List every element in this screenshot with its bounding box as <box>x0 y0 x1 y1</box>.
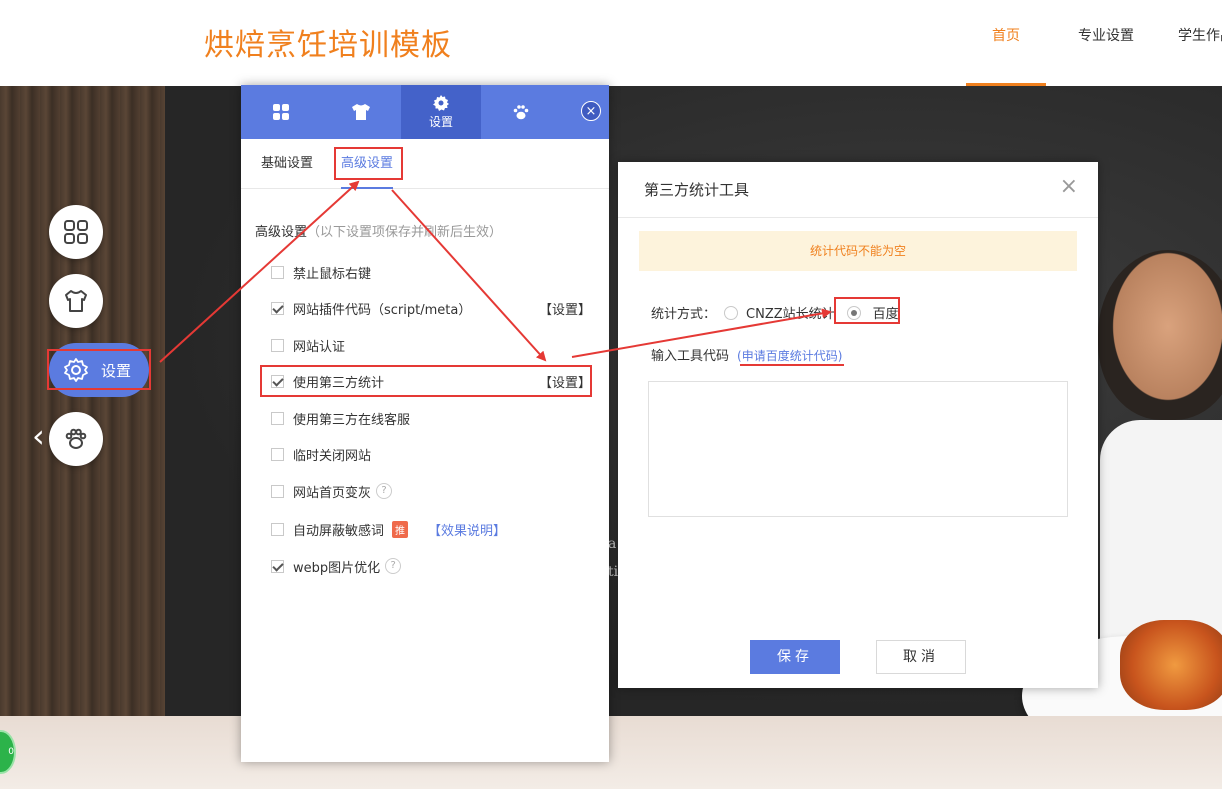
main-nav: 首页 专业设置 学生作品 <box>966 0 1222 86</box>
nav-student-works[interactable]: 学生作品 <box>1166 0 1222 86</box>
code-label: 输入工具代码 <box>651 349 730 364</box>
float-settings-button[interactable]: 设置 <box>49 343 149 397</box>
gear-icon <box>64 358 88 382</box>
tshirt-icon <box>65 290 87 312</box>
panel-tab-theme[interactable] <box>321 85 401 139</box>
checkbox[interactable] <box>271 301 284 315</box>
option-label: 自动屏蔽敏感词 <box>293 523 385 539</box>
sub-tab-basic[interactable]: 基础设置 <box>261 139 313 189</box>
gear-icon <box>433 94 449 111</box>
wood-texture <box>0 86 165 716</box>
food-image <box>1120 620 1222 710</box>
stats-method-label: 统计方式： <box>651 307 717 322</box>
nav-home[interactable]: 首页 <box>966 0 1046 86</box>
panel-close-icon[interactable]: × <box>581 101 601 121</box>
option-label: 使用第三方在线客服 <box>293 412 411 428</box>
settings-panel: 设置 × 基础设置 高级设置 高级设置（以下设置项保存并刷新后生效） 禁止鼠标右… <box>241 85 609 762</box>
collapse-chevron-left-icon[interactable]: ‹ <box>32 420 45 452</box>
option-label: 网站插件代码（script/meta） <box>293 302 472 318</box>
checkbox[interactable] <box>271 265 284 279</box>
float-paw-button[interactable] <box>49 412 103 466</box>
option-plugin-code[interactable]: 网站插件代码（script/meta） 【设置】 <box>271 298 591 318</box>
checkbox[interactable] <box>271 338 284 352</box>
radio-baidu[interactable] <box>846 305 861 320</box>
section-hint: （以下设置项保存并刷新后生效） <box>307 225 503 240</box>
checkbox[interactable] <box>271 522 284 536</box>
annotation-underline-apply-link <box>740 364 844 366</box>
plugin-code-settings-link[interactable]: 【设置】 <box>539 299 591 318</box>
dialog-close-icon[interactable]: × <box>1060 176 1078 198</box>
checkbox[interactable] <box>271 484 284 498</box>
site-header: 烘焙烹饪培训模板 首页 专业设置 学生作品 <box>0 0 1222 87</box>
tool-code-textarea[interactable] <box>648 381 1068 517</box>
save-button[interactable]: 保存 <box>750 640 840 674</box>
stats-tool-dialog: 第三方统计工具 × 统计代码不能为空 统计方式： CNZZ站长统计 百度 输入工… <box>618 162 1098 688</box>
sub-tab-advanced[interactable]: 高级设置 <box>341 139 394 189</box>
radio-cnzz-label[interactable]: CNZZ站长统计 <box>746 303 835 322</box>
panel-sub-tabs: 基础设置 高级设置 <box>241 139 609 189</box>
cancel-button[interactable]: 取消 <box>876 640 966 674</box>
dialog-title: 第三方统计工具 <box>644 181 750 199</box>
option-label: 网站认证 <box>293 339 346 355</box>
validation-alert: 统计代码不能为空 <box>639 231 1077 271</box>
paw-icon <box>513 105 529 120</box>
section-title: 高级设置（以下设置项保存并刷新后生效） <box>255 221 502 240</box>
grid-icon <box>64 220 88 244</box>
apply-baidu-code-link[interactable]: (申请百度统计代码) <box>737 349 842 363</box>
grid-icon <box>273 104 289 120</box>
panel-tab-bar: 设置 × <box>241 85 609 139</box>
float-grid-button[interactable] <box>49 205 103 259</box>
option-sensitive-words[interactable]: 自动屏蔽敏感词 推 【效果说明】 <box>271 519 591 539</box>
recommend-badge: 推 <box>392 520 409 538</box>
option-third-party-stats[interactable]: 使用第三方统计 【设置】 <box>271 371 591 391</box>
third-party-stats-settings-link[interactable]: 【设置】 <box>539 372 591 391</box>
radio-cnzz[interactable] <box>724 305 739 320</box>
paw-icon <box>65 428 87 449</box>
help-icon[interactable]: ? <box>385 558 402 574</box>
option-disable-right-click[interactable]: 禁止鼠标右键 <box>271 262 591 282</box>
option-label: 禁止鼠标右键 <box>293 266 372 282</box>
option-site-verification[interactable]: 网站认证 <box>271 335 591 355</box>
radio-baidu-label[interactable]: 百度 <box>873 303 899 322</box>
float-theme-button[interactable] <box>49 274 103 328</box>
dialog-header: 第三方统计工具 × <box>618 162 1098 218</box>
chef-face-image <box>1098 250 1222 420</box>
float-settings-label: 设置 <box>101 361 132 380</box>
banner-text-fragment: a ti <box>608 536 619 580</box>
tshirt-icon <box>352 104 370 120</box>
option-label: 临时关闭网站 <box>293 448 372 464</box>
option-temp-close-site[interactable]: 临时关闭网站 <box>271 444 591 464</box>
site-title: 烘焙烹饪培训模板 <box>204 28 452 63</box>
checkbox[interactable] <box>271 411 284 425</box>
effect-explain-link[interactable]: 【效果说明】 <box>428 520 506 539</box>
section-title-text: 高级设置 <box>255 225 308 240</box>
checkbox[interactable] <box>271 447 284 461</box>
option-label: webp图片优化 <box>293 560 381 576</box>
help-icon[interactable]: ? <box>376 483 393 499</box>
panel-tab-layout[interactable] <box>241 85 321 139</box>
code-row: 输入工具代码 (申请百度统计代码) <box>651 345 842 364</box>
panel-tab-plugins[interactable] <box>481 85 561 139</box>
stats-method-row: 统计方式： CNZZ站长统计 百度 <box>651 303 899 322</box>
footer-strip <box>0 716 1222 789</box>
checkbox[interactable] <box>271 374 284 388</box>
nav-majors[interactable]: 专业设置 <box>1046 0 1166 86</box>
option-webp-optimize[interactable]: webp图片优化 ? <box>271 556 591 576</box>
option-label: 使用第三方统计 <box>293 375 385 391</box>
option-third-party-chat[interactable]: 使用第三方在线客服 <box>271 408 591 428</box>
panel-tab-settings-label: 设置 <box>428 114 453 129</box>
checkbox[interactable] <box>271 559 284 573</box>
option-grayscale-home[interactable]: 网站首页变灰 ? <box>271 481 591 501</box>
panel-tab-settings[interactable]: 设置 <box>401 85 481 139</box>
option-label: 网站首页变灰 <box>293 485 372 501</box>
